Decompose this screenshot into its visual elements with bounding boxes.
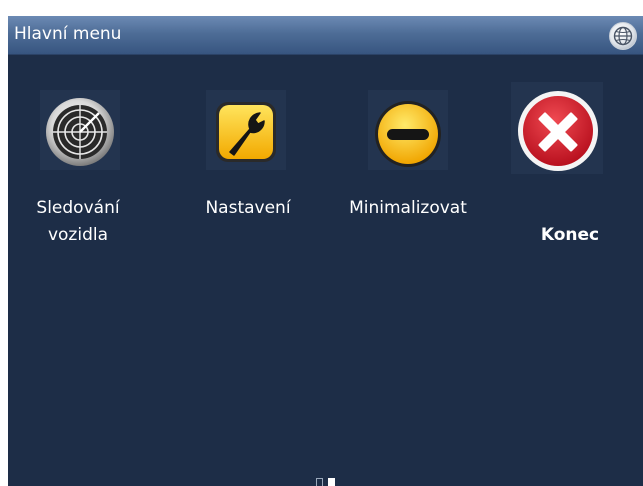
radar-icon: [40, 90, 120, 170]
page-dot[interactable]: [316, 478, 323, 486]
page-dot-active[interactable]: [328, 478, 335, 486]
menu-item-label: Nastavení: [205, 198, 291, 218]
menu-item-settings[interactable]: Nastavení: [188, 90, 308, 230]
menu-item-label: Sledování vozidla: [36, 198, 120, 245]
main-menu-window: Hlavní menu Sledování vozidla Nastavení …: [8, 16, 643, 486]
minus-icon: [368, 90, 448, 170]
menu-item-minimize[interactable]: Minimalizovat: [348, 90, 468, 230]
menu-item-label: Konec: [540, 225, 600, 245]
globe-icon[interactable]: [609, 22, 637, 50]
close-icon: [511, 82, 603, 174]
title-bar: Hlavní menu: [8, 16, 643, 55]
menu-item-exit[interactable]: Konec: [510, 82, 630, 245]
wrench-icon: [206, 90, 286, 170]
menu-item-label: Minimalizovat: [349, 198, 467, 218]
menu-item-vehicle-tracking[interactable]: Sledování vozidla: [18, 90, 138, 270]
window-title: Hlavní menu: [14, 24, 122, 44]
